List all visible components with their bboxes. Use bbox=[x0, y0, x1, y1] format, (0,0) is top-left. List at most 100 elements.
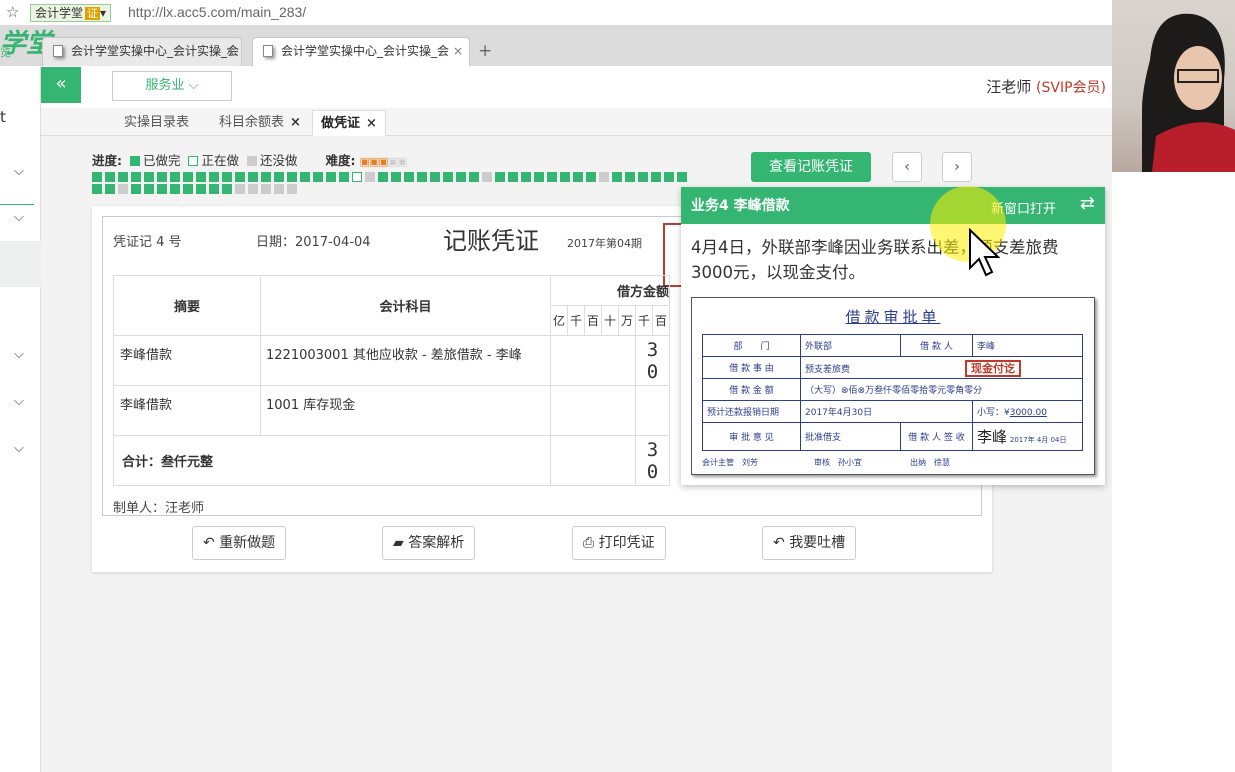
progress-cell[interactable] bbox=[586, 172, 596, 182]
progress-cell[interactable] bbox=[326, 172, 336, 182]
tab-make-voucher[interactable]: 做凭证 × bbox=[312, 110, 386, 136]
progress-cell[interactable] bbox=[534, 172, 544, 182]
progress-cell[interactable] bbox=[248, 184, 258, 194]
progress-cell[interactable] bbox=[209, 184, 219, 194]
tab-catalog[interactable]: 实操目录表 bbox=[116, 110, 197, 136]
progress-cell[interactable] bbox=[131, 184, 141, 194]
progress-cell[interactable] bbox=[404, 172, 414, 182]
progress-cell[interactable] bbox=[417, 172, 427, 182]
progress-cell[interactable] bbox=[144, 184, 154, 194]
progress-cell[interactable] bbox=[92, 172, 102, 182]
progress-cell[interactable] bbox=[118, 184, 128, 194]
progress-cell[interactable] bbox=[196, 172, 206, 182]
progress-cell[interactable] bbox=[547, 172, 557, 182]
progress-cell[interactable] bbox=[261, 184, 271, 194]
row-summary[interactable]: 李峰借款 bbox=[113, 385, 261, 436]
progress-cell[interactable] bbox=[391, 172, 401, 182]
progress-cell[interactable] bbox=[313, 172, 323, 182]
progress-cell[interactable] bbox=[339, 172, 349, 182]
progress-cell[interactable] bbox=[651, 172, 661, 182]
collapse-sidebar-button[interactable]: « bbox=[41, 67, 81, 103]
progress-cell[interactable] bbox=[131, 172, 141, 182]
progress-cell[interactable] bbox=[495, 172, 505, 182]
browser-tab-1[interactable]: 会计学堂实操中心_会计实操_会 × bbox=[42, 37, 242, 66]
progress-cell[interactable] bbox=[625, 172, 635, 182]
sidebar-selected-item[interactable] bbox=[0, 241, 41, 287]
switch-icon[interactable]: ⇄ bbox=[1080, 193, 1095, 214]
redo-button[interactable]: ↶ 重新做题 bbox=[192, 526, 287, 560]
progress-cell[interactable] bbox=[183, 172, 193, 182]
progress-cell[interactable] bbox=[664, 172, 674, 182]
site-badge[interactable]: 会计学堂证 ▾ bbox=[30, 4, 112, 22]
voucher-date[interactable]: 日期：2017-04-04 bbox=[256, 231, 371, 250]
row-amount[interactable] bbox=[635, 385, 670, 436]
close-icon[interactable]: × bbox=[366, 116, 377, 131]
row-account[interactable]: 1001 库存现金 bbox=[260, 385, 551, 436]
progress-cell[interactable] bbox=[222, 184, 232, 194]
progress-cell[interactable] bbox=[560, 172, 570, 182]
row-summary[interactable]: 李峰借款 bbox=[113, 335, 261, 386]
chevron-down-icon[interactable]: ⌵ bbox=[14, 394, 24, 409]
progress-cell[interactable] bbox=[209, 172, 219, 182]
print-button[interactable]: ⎙ 打印凭证 bbox=[572, 526, 666, 560]
progress-cell[interactable] bbox=[222, 172, 232, 182]
chevron-down-icon[interactable]: ⌵ bbox=[14, 210, 24, 225]
progress-cell[interactable] bbox=[170, 172, 180, 182]
progress-cell[interactable] bbox=[430, 172, 440, 182]
progress-cell[interactable] bbox=[157, 184, 167, 194]
progress-cell[interactable] bbox=[248, 172, 258, 182]
tab-balance[interactable]: 科目余额表 × bbox=[211, 110, 309, 136]
progress-cell[interactable] bbox=[144, 172, 154, 182]
row-amount[interactable]: 3 0 bbox=[635, 335, 670, 386]
row-account[interactable]: 1221003001 其他应收款 - 差旅借款 - 李峰 bbox=[260, 335, 551, 386]
progress-cell[interactable] bbox=[300, 172, 310, 182]
progress-cell[interactable] bbox=[235, 184, 245, 194]
progress-cell[interactable] bbox=[92, 184, 102, 194]
progress-cell[interactable] bbox=[573, 172, 583, 182]
progress-cell[interactable] bbox=[469, 172, 479, 182]
browser-tab-2[interactable]: 会计学堂实操中心_会计实操_会 × bbox=[252, 37, 470, 66]
chevron-down-icon[interactable]: ⌵ bbox=[14, 347, 24, 362]
amount-cell[interactable] bbox=[550, 385, 636, 436]
chevron-down-icon[interactable]: ⌵ bbox=[14, 441, 24, 456]
chevron-down-icon[interactable]: ⌵ bbox=[14, 164, 24, 179]
progress-cell[interactable] bbox=[378, 172, 388, 182]
progress-cell[interactable] bbox=[599, 172, 609, 182]
progress-cell[interactable] bbox=[482, 172, 492, 182]
view-voucher-button[interactable]: 查看记账凭证 bbox=[751, 152, 871, 182]
industry-dropdown[interactable]: 服务业 ⌵ bbox=[112, 71, 232, 101]
progress-cell[interactable] bbox=[274, 172, 284, 182]
progress-cell[interactable] bbox=[287, 184, 297, 194]
progress-cell[interactable] bbox=[508, 172, 518, 182]
feedback-button[interactable]: ↶ 我要吐槽 bbox=[762, 526, 857, 560]
close-icon[interactable]: × bbox=[225, 38, 235, 65]
close-icon[interactable]: × bbox=[453, 38, 463, 65]
close-icon[interactable]: × bbox=[290, 115, 301, 130]
progress-cell[interactable] bbox=[456, 172, 466, 182]
progress-cell[interactable] bbox=[287, 172, 297, 182]
progress-cell[interactable] bbox=[196, 184, 206, 194]
progress-cell[interactable] bbox=[365, 172, 375, 182]
progress-cell[interactable] bbox=[170, 184, 180, 194]
progress-cell[interactable] bbox=[157, 172, 167, 182]
progress-cell[interactable] bbox=[261, 172, 271, 182]
progress-cell[interactable] bbox=[521, 172, 531, 182]
new-tab-button[interactable]: + bbox=[478, 41, 492, 61]
next-button[interactable]: › bbox=[942, 152, 972, 182]
star-icon[interactable]: ☆ bbox=[6, 3, 19, 21]
progress-cell[interactable] bbox=[677, 172, 687, 182]
progress-cell[interactable] bbox=[183, 184, 193, 194]
progress-cell[interactable] bbox=[352, 172, 362, 182]
progress-cell[interactable] bbox=[235, 172, 245, 182]
progress-cell[interactable] bbox=[443, 172, 453, 182]
url-field[interactable]: http://lx.acc5.com/main_283/ bbox=[128, 4, 306, 20]
progress-cell[interactable] bbox=[105, 172, 115, 182]
progress-cell[interactable] bbox=[274, 184, 284, 194]
progress-cell[interactable] bbox=[638, 172, 648, 182]
progress-cell[interactable] bbox=[105, 184, 115, 194]
prev-button[interactable]: ‹ bbox=[892, 152, 922, 182]
answer-button[interactable]: ▰ 答案解析 bbox=[382, 526, 476, 560]
progress-cell[interactable] bbox=[612, 172, 622, 182]
progress-cell[interactable] bbox=[118, 172, 128, 182]
amount-cell[interactable] bbox=[550, 335, 636, 386]
